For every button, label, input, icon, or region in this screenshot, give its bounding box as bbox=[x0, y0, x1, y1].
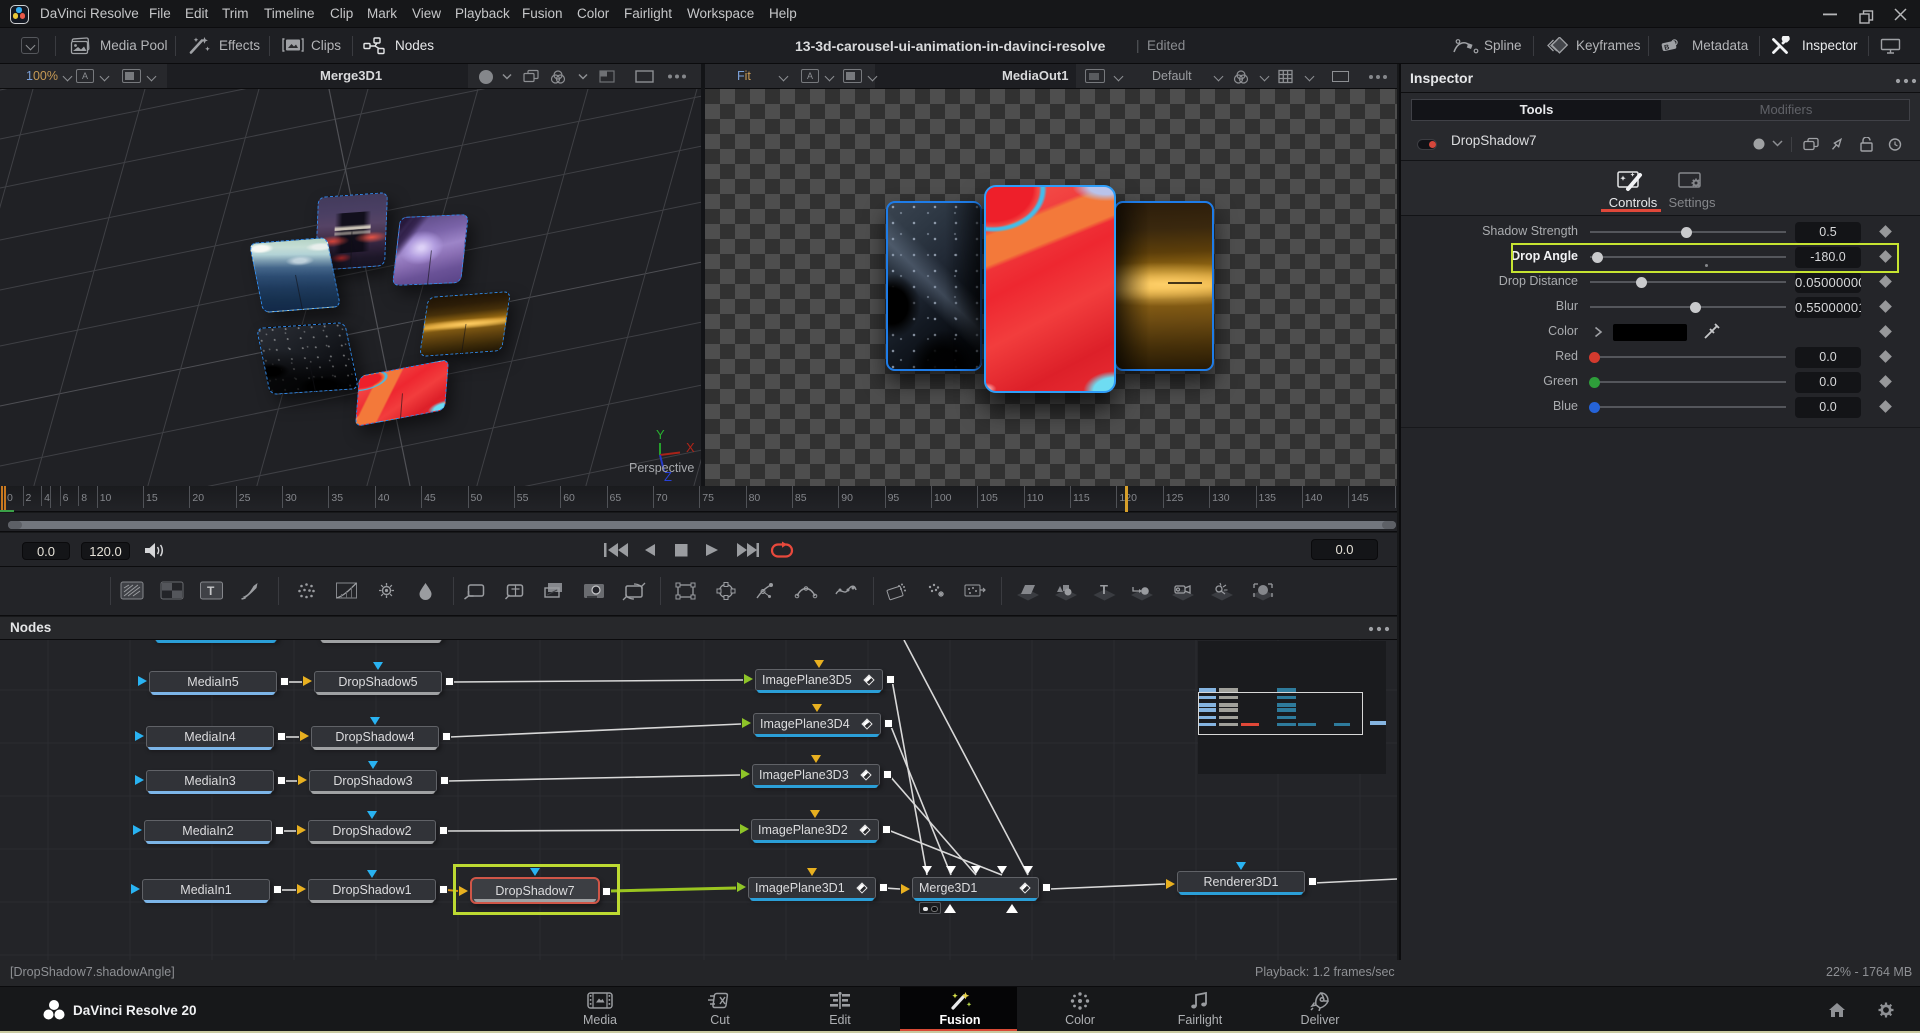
svg-text:T: T bbox=[207, 584, 215, 598]
svg-text:T: T bbox=[1100, 582, 1108, 597]
svg-text:X: X bbox=[686, 440, 695, 455]
svg-text:Y: Y bbox=[656, 427, 665, 442]
